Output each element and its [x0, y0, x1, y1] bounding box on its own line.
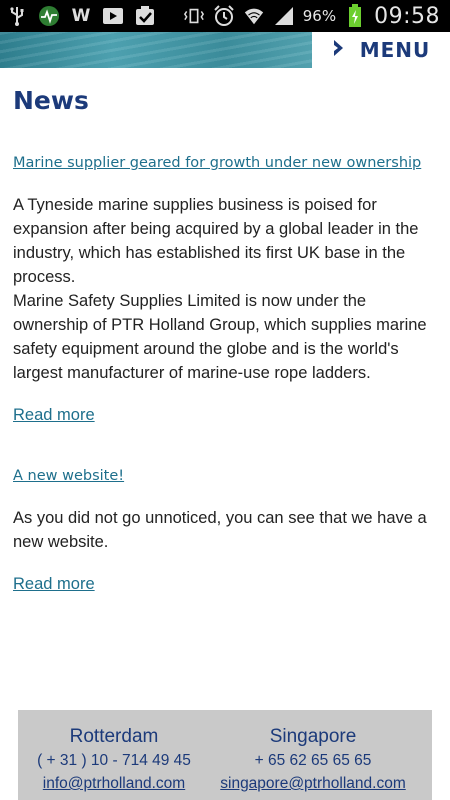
article-title-link[interactable]: Marine supplier geared for growth under …: [13, 151, 438, 175]
article-body: As you did not go unnoticed, you can see…: [13, 506, 438, 554]
battery-percent: 96%: [302, 7, 337, 25]
office-email-link[interactable]: singapore@ptrholland.com: [220, 775, 405, 792]
office-phone: + 65 62 65 65 65: [254, 752, 372, 769]
youtube-icon: [102, 5, 124, 27]
site-header: MENU: [0, 32, 450, 68]
usb-icon: [6, 5, 28, 27]
article-paragraph: A Tyneside marine supplies business is p…: [13, 196, 419, 286]
activity-icon: [38, 5, 60, 27]
system-icons: 96% 09:58: [183, 3, 440, 29]
task-check-icon: [134, 5, 156, 27]
footer-contact: Rotterdam ( + 31 ) 10 - 714 49 45 info@p…: [18, 710, 432, 800]
news-item: Marine supplier geared for growth under …: [13, 151, 438, 425]
main-content: News Marine supplier geared for growth u…: [13, 68, 438, 594]
article-title-link[interactable]: A new website!: [13, 464, 438, 488]
office-phone: ( + 31 ) 10 - 714 49 45: [37, 752, 191, 769]
office-city: Rotterdam: [69, 726, 159, 747]
page-title: News: [13, 86, 89, 115]
chevron-right-icon: [332, 39, 346, 61]
menu-label: MENU: [359, 38, 431, 62]
notification-icons: W: [6, 4, 156, 28]
office-singapore: Singapore + 65 62 65 65 65 singapore@ptr…: [210, 724, 416, 796]
office-email-link[interactable]: info@ptrholland.com: [43, 775, 185, 792]
article-body: A Tyneside marine supplies business is p…: [13, 193, 438, 385]
signal-icon: [273, 5, 295, 27]
office-city: Singapore: [269, 726, 357, 747]
news-item: A new website! As you did not go unnotic…: [13, 464, 438, 594]
battery-charging-icon: [344, 4, 366, 27]
article-paragraph: As you did not go unnoticed, you can see…: [13, 509, 427, 551]
article-paragraph: Marine Safety Supplies Limited is now un…: [13, 292, 427, 382]
alarm-icon: [213, 5, 235, 27]
wifi-icon: [243, 5, 265, 27]
read-more-link[interactable]: Read more: [13, 406, 95, 425]
w-icon: W: [71, 6, 91, 26]
status-bar: W 96% 09:58: [0, 0, 450, 32]
office-rotterdam: Rotterdam ( + 31 ) 10 - 714 49 45 info@p…: [30, 724, 198, 796]
menu-button[interactable]: MENU: [312, 32, 450, 68]
clock: 09:58: [374, 3, 440, 29]
read-more-link[interactable]: Read more: [13, 575, 95, 594]
vibrate-icon: [183, 5, 205, 27]
